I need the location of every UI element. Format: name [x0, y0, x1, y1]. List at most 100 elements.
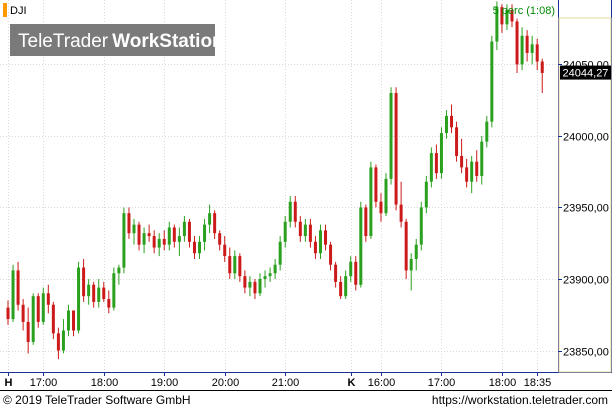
candle-body [16, 270, 20, 305]
candle-body [444, 115, 448, 134]
candle-body [248, 281, 252, 288]
candle-body [132, 224, 136, 234]
x-tick-label: 16:00 [368, 377, 396, 389]
candle-body [288, 201, 292, 222]
candle-body [384, 178, 388, 214]
candle-body [530, 44, 534, 53]
candle-body [142, 233, 146, 245]
candle-body [429, 153, 433, 182]
candle-body [147, 233, 151, 237]
candle-body [293, 201, 297, 222]
copyright-notice: © 2019 TeleTrader Software GmbH [3, 393, 191, 407]
candle-body [480, 141, 484, 176]
candle-body [434, 153, 438, 174]
candle-body [213, 213, 217, 234]
candle-body [187, 221, 191, 242]
candle-body [339, 281, 343, 297]
candle-body [404, 221, 408, 271]
x-axis: H 17:00 18:00 19:00 20:00 21:00 K 16:00 17:00 18:… [5, 372, 552, 389]
candle-body [198, 241, 202, 254]
candle-body [208, 213, 212, 225]
candle-body [318, 230, 322, 254]
candle-body [182, 221, 186, 237]
candle-body [369, 167, 373, 237]
candle-body [253, 281, 257, 294]
candle-body [278, 241, 282, 265]
candle-body [298, 221, 302, 237]
candle-body [26, 321, 30, 342]
x-tick-label: 18:00 [489, 377, 517, 389]
candle-body [374, 167, 378, 202]
y-tick-label: 23850,00 [563, 347, 609, 359]
candle-body [51, 304, 55, 334]
candle-body [46, 293, 50, 305]
candle-body [334, 264, 338, 282]
candle-body [515, 21, 519, 65]
x-tick-label: 17:00 [428, 377, 456, 389]
x-tick-label: 19:00 [151, 377, 179, 389]
x-day-marker: H [5, 377, 13, 389]
candle-body [540, 61, 544, 73]
candle-body [263, 276, 267, 279]
candle-body [273, 264, 277, 274]
candle-body [87, 284, 91, 297]
candle-body [414, 244, 418, 259]
x-tick-label: 20:00 [212, 377, 240, 389]
symbol-marker [3, 3, 7, 17]
candle-body [218, 233, 222, 245]
x-tick-label: 18:35 [524, 377, 552, 389]
candle-body [162, 238, 166, 245]
candle-body [303, 224, 307, 237]
candle-body [535, 44, 539, 62]
candle-body [31, 296, 35, 342]
candle-body [258, 279, 262, 294]
candle-body [102, 287, 106, 300]
candle-body [61, 330, 65, 351]
watermark-brand: TeleTrader [18, 31, 109, 52]
candle-body [379, 201, 383, 214]
candle-body [66, 310, 70, 331]
candle-body [243, 276, 247, 288]
candle-body [465, 167, 469, 182]
candle-body [313, 241, 317, 254]
candle-body [36, 296, 40, 322]
candle-body [157, 238, 161, 248]
candle-body [268, 273, 272, 277]
x-day-marker: K [348, 377, 356, 389]
candle-body [470, 161, 474, 182]
candle-body [228, 256, 232, 274]
candle-body [122, 213, 126, 268]
candle-body [344, 276, 348, 297]
candle-body [6, 307, 10, 320]
price-chart[interactable]: TeleTrader WorkStation DJI 5 perc (1:08) … [0, 0, 612, 409]
candle-body [167, 227, 171, 245]
candle-body [77, 267, 81, 331]
y-axis: 23850,0023900,0023950,0024000,0024050,00 [558, 60, 609, 359]
candle-body [359, 207, 363, 285]
y-tick-label: 24000,00 [563, 132, 609, 144]
candle-body [520, 35, 524, 65]
last-price-label: 24044,27 [563, 68, 609, 80]
y-tick-label: 23900,00 [563, 275, 609, 287]
candle-body [455, 127, 459, 156]
candle-body [177, 236, 181, 242]
candle-body [329, 244, 333, 265]
candle-body [399, 204, 403, 222]
candle-body [409, 258, 413, 271]
candle-body [21, 304, 25, 322]
y-tick-label: 23950,00 [563, 203, 609, 215]
candle-body [364, 207, 368, 237]
candle-body [56, 333, 60, 351]
x-tick-label: 18:00 [91, 377, 119, 389]
candle-body [354, 261, 358, 285]
last-price-tag: 24044,27 [560, 65, 611, 80]
candle-body [92, 284, 96, 302]
candle-body [112, 273, 116, 308]
footer-link[interactable]: https://workstation.teletrader.com [432, 391, 608, 409]
candle-body [41, 293, 45, 322]
candle-body [137, 224, 141, 245]
candle-body [439, 133, 443, 174]
x-tick-label: 21:00 [272, 377, 300, 389]
candle-body [349, 261, 353, 277]
candle-body [238, 256, 242, 277]
